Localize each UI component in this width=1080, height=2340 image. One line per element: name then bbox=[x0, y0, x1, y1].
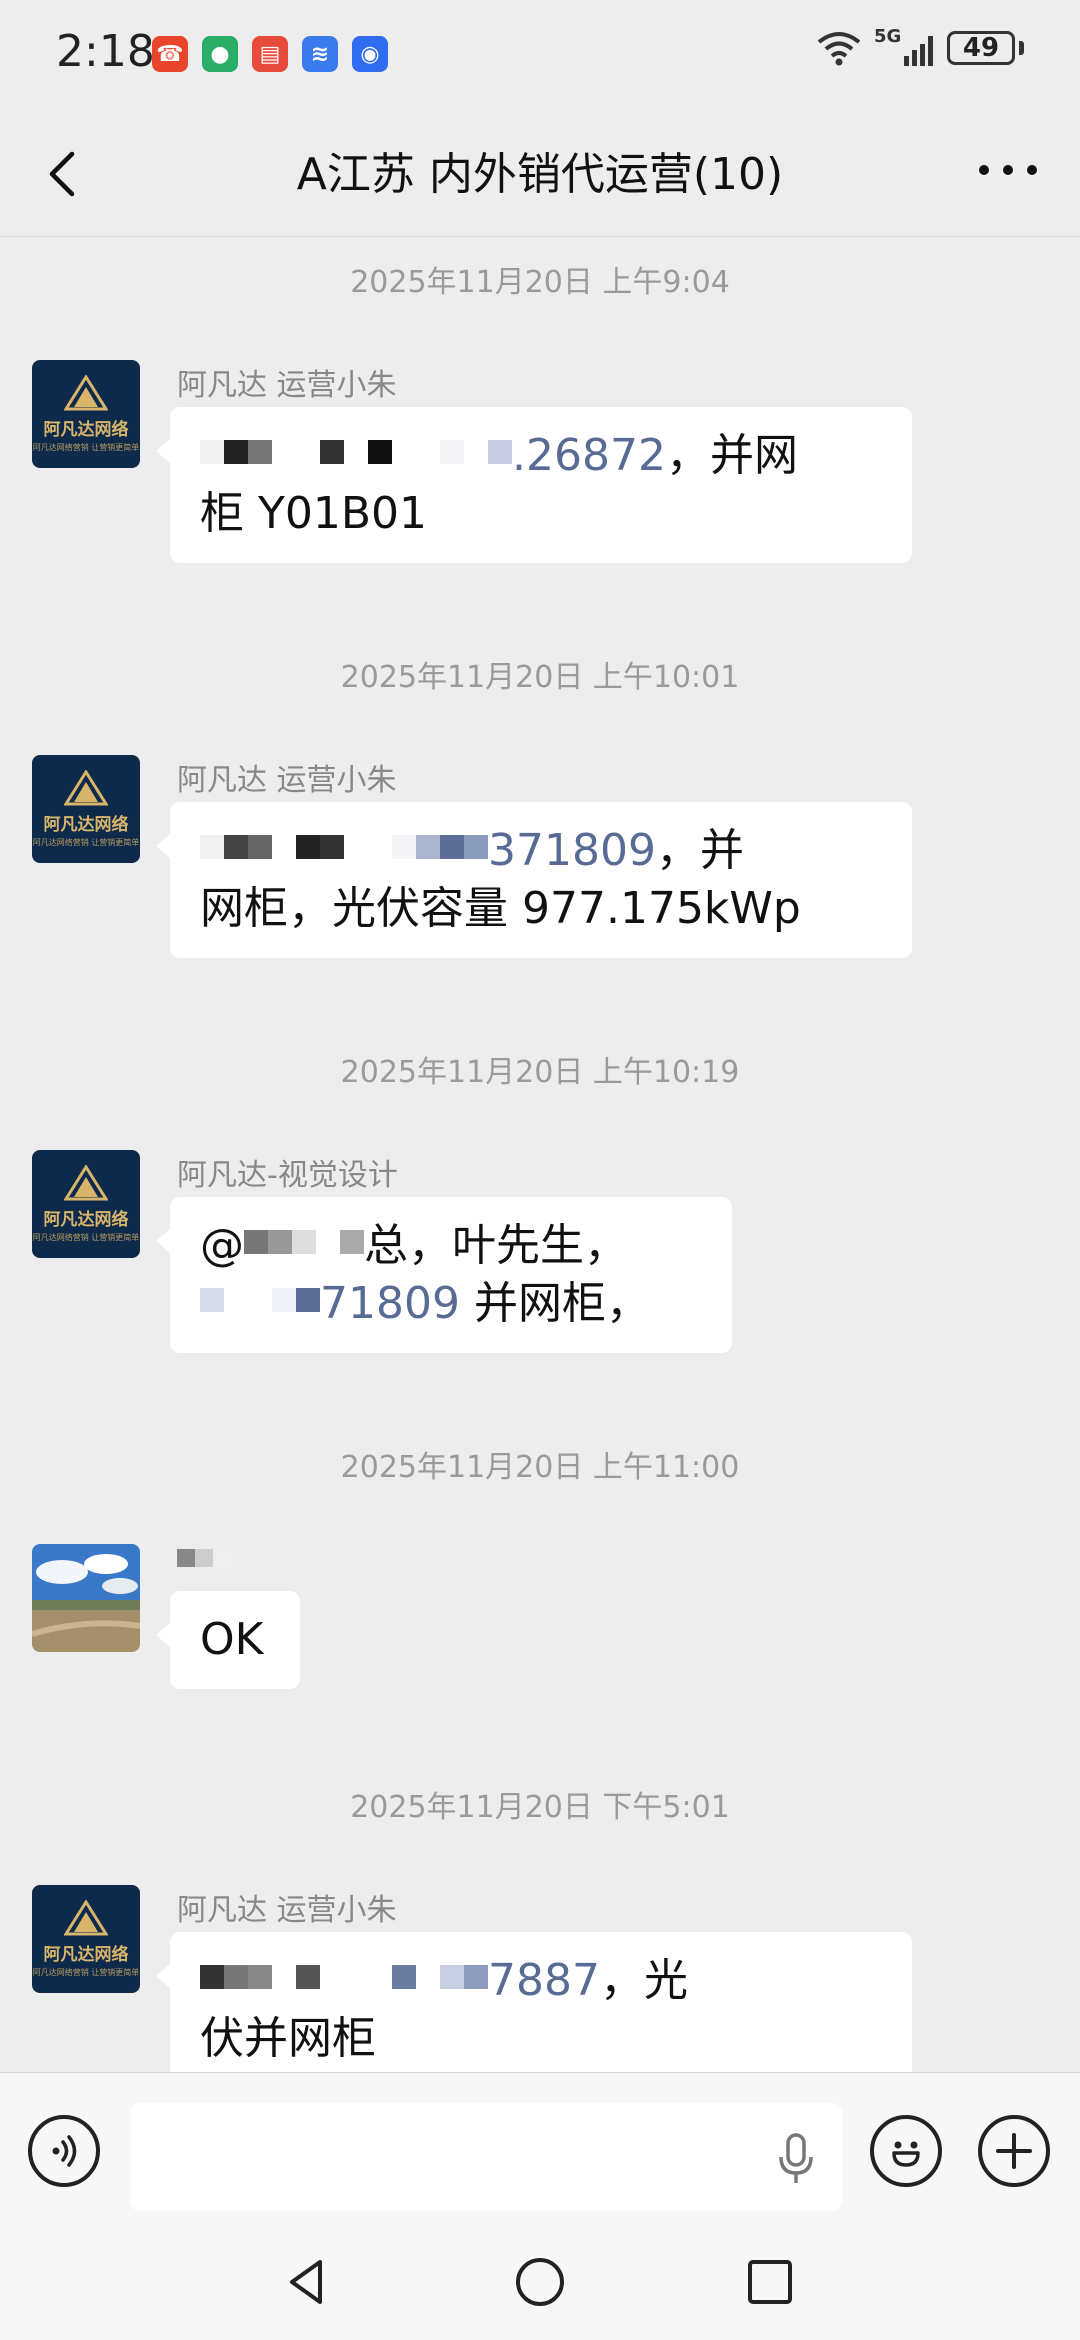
mention-text[interactable]: .26872 bbox=[512, 430, 666, 481]
status-bar: 2:18 ☎ ● ▤ ≋ ◉ 5G 49 bbox=[0, 0, 1080, 108]
wifi-icon bbox=[817, 32, 861, 66]
sender-name: 阿凡达-视觉设计 bbox=[177, 1158, 398, 1193]
message-text: ，并网 bbox=[665, 430, 798, 481]
brand-slogan: 阿凡达网络营销 让营销更简单 bbox=[32, 1968, 140, 1977]
message-timestamp: 2025年11月20日 下午5:01 bbox=[350, 1790, 730, 1825]
sender-name: 阿凡达 运营小朱 bbox=[177, 368, 397, 403]
brand-slogan: 阿凡达网络营销 让营销更简单 bbox=[32, 1233, 140, 1242]
chat-message-list[interactable]: 2025年11月20日 上午9:04 阿凡达网络 阿凡达网络营销 让营销更简单 … bbox=[0, 237, 1080, 2072]
plus-icon bbox=[996, 2133, 1032, 2169]
signal-icon: 5G bbox=[874, 26, 933, 66]
brand-logo-icon bbox=[64, 1900, 108, 1936]
message-timestamp: 2025年11月20日 上午10:01 bbox=[340, 660, 740, 695]
message-timestamp: 2025年11月20日 上午10:19 bbox=[340, 1055, 740, 1090]
redacted-mosaic bbox=[200, 1965, 488, 2001]
redacted-mosaic bbox=[200, 440, 512, 476]
message-text: ，并 bbox=[655, 825, 744, 876]
system-navigation-bar bbox=[0, 2224, 1080, 2340]
brand-logo-icon bbox=[64, 375, 108, 411]
message-bubble[interactable]: 7887，光 伏并网柜 bbox=[156, 1932, 912, 2072]
message-text: ，光 bbox=[599, 1955, 688, 2006]
battery-indicator: 49 bbox=[947, 31, 1015, 65]
message-text: 伏并网柜 bbox=[200, 2013, 376, 2064]
back-arrow-icon[interactable] bbox=[36, 144, 96, 204]
brand-slogan: 阿凡达网络营销 让营销更简单 bbox=[32, 443, 140, 452]
avatar[interactable] bbox=[32, 1544, 140, 1652]
message-text: 并网柜， bbox=[459, 1278, 650, 1329]
more-options-icon[interactable] bbox=[976, 158, 1040, 182]
lightbulb-app-icon: ◉ bbox=[352, 36, 388, 72]
brand-name: 阿凡达网络 bbox=[43, 1945, 129, 1965]
mention-text[interactable]: 7887 bbox=[488, 1955, 600, 2006]
brand-name: 阿凡达网络 bbox=[43, 420, 129, 440]
avatar[interactable]: 阿凡达网络 阿凡达网络营销 让营销更简单 bbox=[32, 360, 140, 468]
notification-icons: ☎ ● ▤ ≋ ◉ bbox=[152, 36, 388, 72]
battery-tip bbox=[1019, 41, 1024, 55]
message-bubble[interactable]: 371809，并 网柜，光伏容量 977.175kWp bbox=[156, 802, 912, 958]
message-timestamp: 2025年11月20日 上午11:00 bbox=[340, 1450, 740, 1485]
message-bubble[interactable]: .26872，并网 柜 Y01B01 bbox=[156, 407, 912, 563]
emoji-button[interactable] bbox=[870, 2115, 942, 2187]
mention-text[interactable]: 71809 bbox=[320, 1278, 460, 1329]
brand-name: 阿凡达网络 bbox=[43, 1210, 129, 1230]
message-text: 网柜，光伏容量 977.175kWp bbox=[200, 883, 801, 934]
sender-name: 阿凡达 运营小朱 bbox=[177, 763, 397, 798]
voice-app-icon: ≋ bbox=[302, 36, 338, 72]
message-text: 总，叶先生， bbox=[364, 1220, 628, 1271]
message-bubble[interactable]: @ 总，叶先生， 71809 并网柜， bbox=[156, 1197, 732, 1353]
avatar[interactable]: 阿凡达网络 阿凡达网络营销 让营销更简单 bbox=[32, 1885, 140, 1993]
message-text: OK bbox=[200, 1614, 264, 1665]
smiley-icon bbox=[892, 2141, 920, 2167]
avatar[interactable]: 阿凡达网络 阿凡达网络营销 让营销更简单 bbox=[32, 755, 140, 863]
message-text: 柜 Y01B01 bbox=[200, 488, 428, 539]
message-input-bar bbox=[0, 2072, 1080, 2225]
sender-name: 阿凡达 运营小朱 bbox=[177, 1893, 397, 1928]
nav-back-icon[interactable] bbox=[280, 2254, 336, 2310]
chat-title: A江苏 内外销代运营(10) bbox=[296, 149, 784, 200]
message-line: 371809，并 bbox=[200, 822, 882, 880]
redacted-mosaic bbox=[200, 1288, 320, 1324]
status-indicators: 5G 49 bbox=[816, 26, 1024, 66]
brand-slogan: 阿凡达网络营销 让营销更简单 bbox=[32, 838, 140, 847]
nav-recents-icon[interactable] bbox=[742, 2254, 798, 2310]
network-type: 5G bbox=[874, 26, 902, 47]
message-input[interactable] bbox=[130, 2103, 842, 2211]
microphone-icon[interactable] bbox=[776, 2133, 816, 2185]
redacted-mosaic bbox=[200, 835, 488, 871]
status-time: 2:18 bbox=[56, 26, 155, 77]
message-line: 7887，光 bbox=[200, 1952, 882, 2010]
message-line: 71809 并网柜， bbox=[200, 1275, 702, 1333]
message-timestamp: 2025年11月20日 上午9:04 bbox=[350, 265, 730, 300]
more-functions-button[interactable] bbox=[978, 2115, 1050, 2187]
landscape-photo bbox=[32, 1544, 140, 1652]
mention-text[interactable]: 371809 bbox=[488, 825, 656, 876]
voice-wave-icon bbox=[52, 2135, 77, 2167]
voice-toggle-button[interactable] bbox=[28, 2115, 100, 2187]
nav-home-icon[interactable] bbox=[512, 2254, 568, 2310]
message-line: @ 总，叶先生， bbox=[200, 1220, 628, 1271]
wechat-icon: ● bbox=[202, 36, 238, 72]
redacted-mosaic bbox=[177, 1548, 231, 1577]
message-line: .26872，并网 bbox=[200, 427, 882, 485]
book-app-icon: ▤ bbox=[252, 36, 288, 72]
avatar[interactable]: 阿凡达网络 阿凡达网络营销 让营销更简单 bbox=[32, 1150, 140, 1258]
brand-logo-icon bbox=[64, 770, 108, 806]
message-bubble[interactable]: OK bbox=[156, 1591, 300, 1689]
missed-call-icon: ☎ bbox=[152, 36, 188, 72]
brand-name: 阿凡达网络 bbox=[43, 815, 129, 835]
redacted-mosaic bbox=[244, 1230, 364, 1266]
chat-header: A江苏 内外销代运营(10) bbox=[0, 108, 1080, 237]
brand-logo-icon bbox=[64, 1165, 108, 1201]
sender-name-redacted bbox=[177, 1544, 231, 1579]
